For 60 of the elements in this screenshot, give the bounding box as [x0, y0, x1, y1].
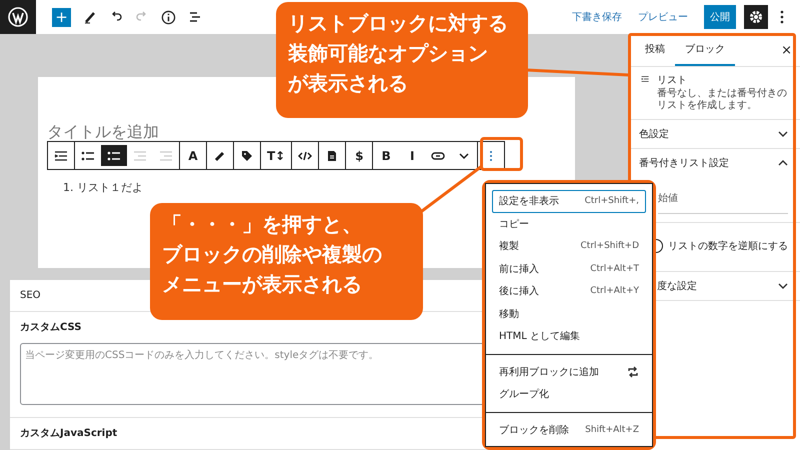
section-title: カスタムCSS — [20, 321, 82, 335]
callout-text: が表示される — [288, 70, 408, 97]
preview-button[interactable]: プレビュー — [638, 10, 688, 24]
swap-arrows-icon — [627, 366, 639, 378]
wordpress-logo-icon — [8, 7, 28, 27]
start-value-field[interactable]: 始値 — [658, 177, 788, 214]
callout-text: ブロックの削除や複製の — [162, 241, 382, 268]
panel-header[interactable]: 番号付きリスト設定 — [629, 149, 800, 177]
menu-item[interactable]: コピー — [492, 212, 646, 235]
sidebar-tab[interactable]: ブロック — [675, 34, 735, 66]
wordpress-logo[interactable] — [0, 0, 36, 34]
format-button[interactable]: A — [180, 142, 206, 169]
format-button[interactable]: $ — [346, 142, 372, 169]
chevron-down-icon — [459, 152, 470, 160]
list-icon — [54, 150, 68, 162]
block-description: 番号なし、または番号付きのリストを作成します。 — [657, 88, 788, 112]
highlight-border — [480, 137, 523, 171]
sidebar-tab[interactable]: 投稿 — [635, 34, 675, 66]
chevron-down-icon — [778, 282, 788, 290]
format-button[interactable]: T↕ — [261, 142, 292, 169]
settings-button[interactable] — [744, 5, 768, 29]
outdent-icon — [133, 150, 147, 162]
pen-icon — [214, 150, 226, 162]
toggle-label: リストの数字を逆順にする — [668, 240, 788, 253]
chevron-up-icon — [778, 159, 788, 167]
more-options-icon[interactable] — [780, 10, 784, 24]
gear-icon — [749, 10, 763, 24]
publish-button[interactable]: 公開 — [704, 5, 736, 29]
format-button[interactable]: B — [373, 142, 400, 169]
panel-header[interactable]: 色設定 — [629, 120, 800, 148]
menu-item[interactable]: ブロックを削除 Shift+Alt+Z — [492, 418, 646, 441]
document-icon — [327, 150, 338, 162]
more-options-icon — [489, 150, 494, 162]
info-icon[interactable] — [161, 10, 176, 24]
menu-item[interactable]: 設定を非表示 Ctrl+Shift+, — [492, 190, 646, 212]
title-placeholder[interactable]: タイトルを追加 — [47, 123, 159, 141]
format-button[interactable]: I — [399, 142, 426, 169]
callout-text: メニューが表示される — [162, 271, 362, 298]
callout-text: 「・・・」を押すと、 — [162, 211, 362, 238]
save-draft-button[interactable]: 下書き保存 — [572, 10, 622, 24]
tag-icon — [241, 150, 253, 162]
numbered-list-icon — [107, 150, 121, 162]
callout-text: リストブロックに対する — [288, 10, 508, 37]
list-item[interactable]: 1. リスト１だよ — [63, 180, 143, 195]
link-icon — [431, 150, 446, 160]
menu-item[interactable]: 複製 Ctrl+Shift+D — [492, 235, 646, 258]
bullet-list-icon — [81, 150, 95, 162]
close-button[interactable]: × — [781, 34, 792, 66]
section-title: カスタムJavaScript — [20, 427, 118, 441]
pencil-icon[interactable] — [83, 10, 97, 24]
section-title: SEO — [20, 289, 41, 303]
indent-icon — [159, 150, 173, 162]
numbered-list-button[interactable] — [101, 145, 127, 166]
chevron-down-icon — [778, 130, 788, 138]
list-view-icon[interactable] — [188, 10, 202, 24]
add-block-button[interactable]: + — [52, 8, 71, 26]
callout-text: 装飾可能なオプション — [288, 40, 488, 67]
menu-item[interactable]: 移動 — [492, 302, 646, 325]
block-name: リスト — [657, 74, 688, 87]
code-icon — [298, 150, 312, 162]
